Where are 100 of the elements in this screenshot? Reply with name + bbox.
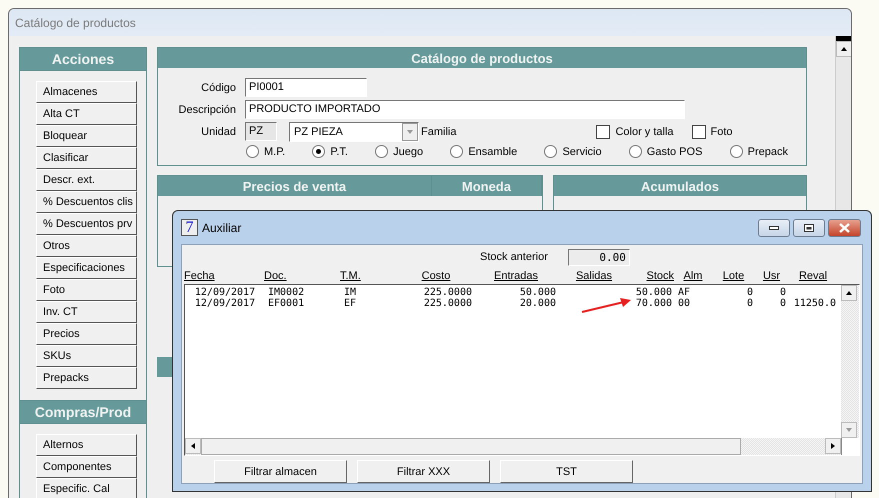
radio-button[interactable] — [450, 145, 464, 158]
table-cell-text: 0 — [746, 287, 754, 298]
radio-button[interactable] — [544, 145, 558, 158]
sidebar-button[interactable]: Componentes — [36, 456, 137, 478]
scroll-down-icon — [845, 426, 853, 434]
code-field[interactable]: PI0001 — [245, 78, 367, 97]
scroll-left-icon — [189, 442, 197, 450]
table-cell-text: 12/09/2017 — [194, 287, 256, 298]
sidebar-button[interactable]: Especificaciones — [36, 257, 137, 279]
radio-button[interactable] — [628, 145, 642, 158]
checkbox-label: Color y talla — [615, 126, 674, 138]
field-label: Unidad — [200, 126, 237, 138]
section-header: Compras/Prod — [20, 400, 146, 424]
radio-button[interactable] — [246, 145, 259, 158]
table-cell-text: 0 — [746, 298, 754, 309]
filter-button[interactable]: Filtrar almacen — [214, 460, 347, 483]
scroll-right-icon — [829, 442, 837, 450]
scroll-up-icon — [845, 289, 853, 297]
table-cell-text: 225.0000 — [422, 287, 473, 298]
checkbox[interactable] — [692, 124, 706, 138]
minimize-icon — [769, 226, 779, 230]
scrollbar-thumb[interactable] — [836, 36, 851, 41]
sidebar-button[interactable]: Descr. ext. — [36, 169, 137, 191]
radio-label: P.T. — [330, 146, 348, 158]
sidebar-button[interactable]: SKUs — [36, 345, 137, 367]
sidebar-button[interactable]: Especific. Cal — [36, 478, 137, 498]
column-header[interactable]: Alm — [674, 270, 712, 284]
close-button[interactable] — [828, 218, 861, 236]
radio-label: M.P. — [264, 146, 286, 158]
maximize-icon — [804, 224, 814, 232]
arrow-annotation — [580, 297, 632, 315]
window-title: Catálogo de productos — [15, 16, 136, 30]
column-header[interactable]: Reval — [788, 270, 838, 284]
sidebar-button[interactable]: Foto — [36, 279, 137, 301]
radio-label: Gasto POS — [646, 146, 702, 158]
field-label: Descripción — [178, 104, 237, 116]
description-field[interactable]: PRODUCTO IMPORTADO — [245, 100, 685, 119]
unit-code-field: PZ — [245, 122, 277, 141]
radio-button[interactable] — [312, 145, 326, 158]
minimize-button[interactable] — [758, 218, 790, 236]
sidebar-button[interactable]: Bloquear — [36, 125, 137, 147]
radio-label: Prepack — [748, 146, 788, 158]
radio-label: Servicio — [562, 146, 602, 158]
app-icon: 7 — [181, 219, 198, 236]
column-header[interactable]: Costo — [398, 270, 474, 284]
filter-button[interactable]: TST — [500, 460, 633, 483]
checkbox[interactable] — [596, 124, 610, 138]
table-cell-text: 50.000 — [518, 287, 557, 298]
panel-header: Catálogo de productos — [158, 48, 806, 68]
column-header[interactable]: Usr — [755, 270, 788, 284]
vertical-scrollbar[interactable] — [841, 285, 859, 438]
close-icon — [839, 222, 850, 232]
radio-button[interactable] — [375, 145, 388, 158]
column-header[interactable]: Lote — [712, 270, 755, 284]
sidebar-button[interactable]: Clasificar — [36, 147, 137, 169]
table-cell-text: IM0002 — [267, 287, 306, 298]
sidebar-button[interactable]: Alternos — [36, 434, 137, 456]
table-cell-text: 00 — [677, 298, 692, 309]
sidebar-button[interactable]: Prepacks — [36, 367, 137, 389]
column-header[interactable]: Stock — [630, 270, 674, 284]
table-cell-text: EF0001 — [267, 298, 306, 309]
panel-header: Acumulados — [554, 176, 806, 196]
table-cell-text: IM — [343, 287, 358, 298]
panel-header: Moneda — [432, 176, 542, 196]
column-header[interactable]: Salidas — [558, 270, 630, 284]
column-header[interactable]: Doc. — [264, 270, 340, 284]
unit-dropdown[interactable]: PZ PIEZA — [289, 122, 419, 142]
table-cell-text: 11250.0 — [792, 298, 837, 309]
sidebar-button[interactable]: % Descuentos prv — [36, 213, 137, 235]
sidebar-button[interactable]: Almacenes — [36, 81, 137, 103]
sidebar-button[interactable]: Alta CT — [36, 103, 137, 125]
table-cell-text: 70.000 — [634, 298, 673, 309]
table-cell-text: 0 — [778, 298, 787, 309]
filter-button[interactable]: Filtrar XXX — [357, 460, 490, 483]
table-cell-text: 225.0000 — [422, 298, 473, 309]
table-cell-text: 0 — [778, 287, 787, 298]
table-cell-text: 20.000 — [518, 298, 557, 309]
scroll-up-icon — [840, 45, 848, 53]
radio-label: Juego — [393, 146, 424, 158]
sidebar-button[interactable]: Precios — [36, 323, 137, 345]
sidebar-button[interactable]: Inv. CT — [36, 301, 137, 323]
column-header[interactable]: T.M. — [340, 270, 398, 284]
field-label: Familia — [421, 126, 456, 138]
sidebar-button[interactable]: Otros — [36, 235, 137, 257]
horizontal-scrollbar[interactable] — [185, 438, 841, 455]
radio-label: Ensamble — [468, 146, 518, 158]
panel-header: Precios de venta — [158, 176, 432, 196]
section-header: Acciones — [20, 48, 146, 71]
previous-stock-field: 0.00 — [568, 248, 630, 266]
column-header[interactable]: Fecha — [184, 270, 264, 284]
checkbox-label: Foto — [710, 126, 733, 138]
maximize-button[interactable] — [793, 218, 825, 236]
sidebar-button[interactable]: % Descuentos clis — [36, 191, 137, 213]
column-header[interactable]: Entradas — [474, 270, 558, 284]
table-cell-text: 50.000 — [634, 287, 673, 298]
field-label: Stock anterior — [480, 251, 548, 263]
radio-button[interactable] — [730, 145, 743, 158]
panel-header — [157, 357, 173, 377]
dropdown-caret-icon — [406, 128, 414, 136]
table-cell-text: 12/09/2017 — [194, 298, 256, 309]
